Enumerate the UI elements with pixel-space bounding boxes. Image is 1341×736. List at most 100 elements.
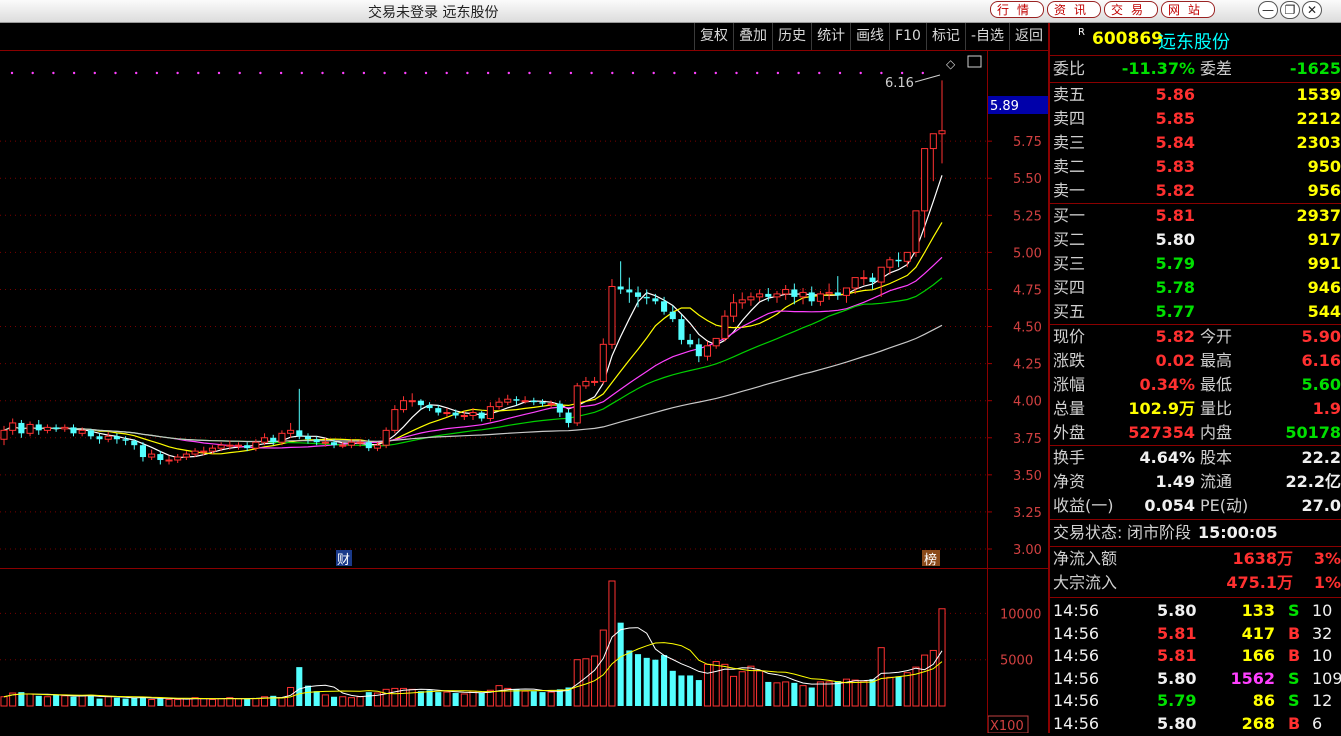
sell-row: 卖三 5.84 2303 — [1050, 131, 1341, 155]
wangzhan-button[interactable]: 网站 — [1161, 1, 1216, 18]
signal-dot — [321, 71, 324, 75]
stat-label: PE(动) — [1200, 496, 1249, 515]
stat-label: 收益(一) — [1053, 496, 1114, 515]
volume-bar-down — [513, 689, 520, 706]
buy-label: 买二 — [1053, 230, 1086, 249]
signal-dot — [838, 71, 842, 75]
stat-value: 6.16 — [1301, 351, 1341, 370]
hangqing-button[interactable]: 行情 — [990, 1, 1045, 18]
stat-value: 102.9万 — [1128, 399, 1195, 418]
volume-bar-down — [765, 681, 772, 706]
candle-up — [773, 293, 781, 298]
volume-bar-down — [304, 685, 312, 706]
volume-bar-down — [35, 695, 42, 706]
candle-up — [782, 288, 790, 295]
flow-row: 大宗流入 475.1万 1% — [1050, 571, 1341, 595]
candle-up — [877, 266, 885, 283]
candle-down — [869, 277, 876, 283]
price-tick-label: 4.75 — [1013, 283, 1042, 298]
volume-bar-up — [782, 681, 790, 707]
volume-bar-up — [886, 676, 894, 707]
volume-bar-up — [799, 685, 807, 707]
volume-bar-up — [721, 663, 729, 707]
candle-up — [929, 133, 937, 150]
chart-toolbar: 复权 叠加 历史 统计 画线 F10 标记 -自选 返回 — [0, 23, 1048, 51]
volume-bar-down — [678, 675, 685, 706]
tick-time: 14:56 — [1053, 691, 1100, 711]
candle-down — [617, 286, 624, 290]
volume-bar-down — [695, 680, 702, 706]
signal-dot — [217, 71, 221, 75]
volume-bar-up — [460, 693, 468, 707]
stat-value: 5.82 — [1155, 327, 1195, 346]
candle-up — [208, 447, 216, 452]
candle-down — [695, 344, 702, 357]
candle-up — [730, 302, 738, 317]
jiaoyi-button[interactable]: 交易 — [1104, 1, 1159, 18]
sell-volume: 956 — [1307, 181, 1341, 200]
volume-bar-up — [703, 663, 712, 707]
lishi-button[interactable]: 历史 — [772, 23, 811, 50]
stat-value: 5.60 — [1301, 375, 1341, 394]
candle-up — [382, 429, 390, 446]
buy-label: 买四 — [1053, 278, 1086, 297]
huaxian-button[interactable]: 画线 — [850, 23, 889, 50]
title-bar: 交易未登录 远东股份 行情 资讯 交易 网站 — ❐ ✕ — [0, 0, 1341, 23]
volume-bars — [0, 580, 946, 707]
candle-up — [226, 444, 234, 447]
fuquan-button[interactable]: 复权 — [694, 23, 733, 50]
zixuan-button[interactable]: -自选 — [964, 23, 1009, 50]
minimize-icon[interactable]: — — [1258, 1, 1278, 19]
volume-bar-up — [825, 681, 833, 707]
tick-volume: 133 — [1241, 601, 1275, 620]
price-tick-label: 4.00 — [1013, 395, 1042, 410]
candle-up — [339, 444, 347, 447]
volume-bar-down — [652, 659, 659, 706]
flow-row: 净流入额 1638万 3% — [1050, 547, 1341, 571]
volume-bar-down — [131, 697, 138, 706]
signal-dot — [900, 71, 904, 75]
restore-icon[interactable]: ❐ — [1280, 1, 1300, 19]
candle-down — [669, 311, 676, 320]
stat-value: 1.49 — [1155, 472, 1195, 491]
volume-bar-down — [626, 650, 633, 706]
volume-bar-up — [408, 688, 416, 707]
quote-panel: R 600869 远东股份 委比 -11.37% 委差 -1625 卖五 5.86… — [1050, 23, 1341, 733]
tick-time: 14:56 — [1053, 623, 1100, 643]
tick-time: 14:56 — [1053, 668, 1100, 688]
candle-down — [139, 445, 147, 458]
volume-bar-down — [87, 694, 94, 706]
high-arrow — [914, 74, 941, 83]
tongji-button[interactable]: 统计 — [811, 23, 850, 50]
candle-up — [252, 441, 260, 449]
signal-dot — [259, 71, 262, 75]
ma30-line — [3, 277, 943, 447]
volume-bar-down — [556, 689, 563, 706]
back-button[interactable]: 返回 — [1009, 23, 1048, 50]
volume-bar-up — [912, 666, 920, 707]
sell-volume: 950 — [1307, 157, 1341, 176]
high-annotation: 6.16 — [885, 76, 914, 91]
candle-up — [408, 400, 416, 403]
sell-volume: 2303 — [1296, 133, 1341, 152]
f10-button[interactable]: F10 — [889, 23, 926, 50]
price-tick-label: 3.75 — [1013, 432, 1042, 447]
candle-up — [373, 444, 382, 449]
marker-bang: 榜 — [924, 552, 937, 568]
close-icon[interactable]: ✕ — [1302, 1, 1322, 19]
zixun-button[interactable]: 资讯 — [1047, 1, 1102, 18]
signal-dot — [135, 71, 138, 75]
volume-bar-down — [530, 691, 537, 706]
candle-down — [70, 427, 77, 434]
diejia-button[interactable]: 叠加 — [733, 23, 772, 50]
kline-chart[interactable]: 5.75 5.50 5.25 5.00 4.75 4.50 4.25 4.00 3.75 3.50… — [0, 51, 1048, 733]
tick-count: 32 — [1312, 623, 1333, 643]
tick-time: 14:56 — [1053, 714, 1100, 733]
volume-bar-up — [321, 694, 329, 707]
volume-bar-down — [895, 676, 902, 706]
volume-bar-up — [165, 699, 173, 707]
volume-bar-up — [0, 696, 8, 707]
volume-bar-up — [929, 649, 937, 707]
biaoji-button[interactable]: 标记 — [925, 23, 965, 50]
candle-up — [469, 412, 477, 417]
